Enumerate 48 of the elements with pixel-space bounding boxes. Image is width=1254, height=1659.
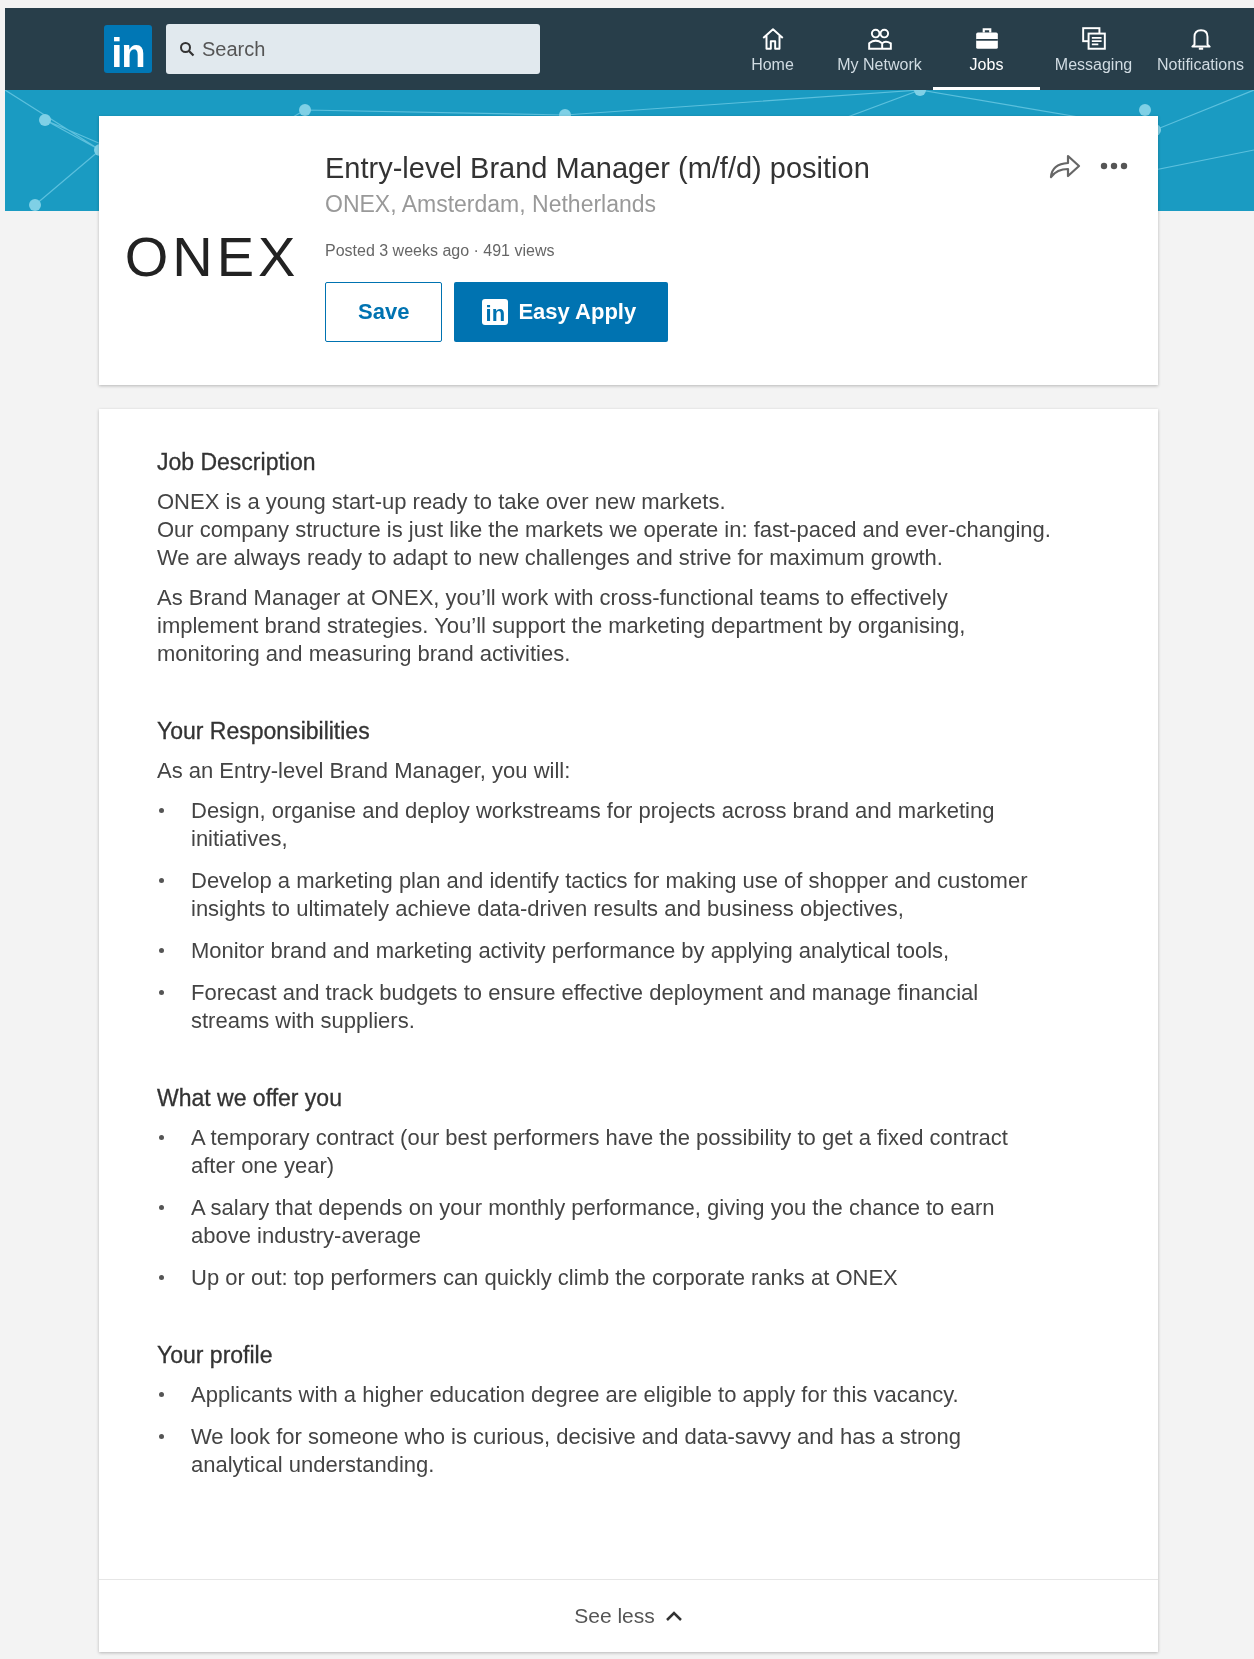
briefcase-icon [973, 26, 1000, 52]
nav-item[interactable]: Home [719, 8, 826, 90]
bullet-icon [159, 1434, 164, 1440]
logo[interactable]: in [104, 25, 152, 73]
list-item: Forecast and track budgets to ensure effective deployment and manage financial streams with suppliers. [191, 979, 980, 1035]
company-logo: ONEX [124, 224, 300, 289]
bullet-icon [159, 1205, 164, 1211]
bullet-icon [159, 1135, 164, 1141]
text-line: ONEX is a young start-up ready to take over new markets. [157, 488, 726, 516]
share-icon[interactable] [1048, 152, 1082, 180]
bullet-icon [159, 1275, 164, 1281]
bullet-icon [159, 1392, 164, 1398]
more-icon[interactable] [1100, 162, 1128, 170]
posting-info: Posted 3 weeks ago · 491 views [325, 242, 556, 260]
chat-icon [1080, 26, 1107, 52]
text-line: We are always ready to adapt to new challenges and strive for maximum growth. [157, 544, 943, 572]
list-item: A temporary contract (our best performers have the possibility to get a fixed contract after one year) [191, 1124, 1009, 1180]
job-location: ONEX, Amsterdam, Netherlands [325, 191, 658, 218]
bullet-icon [159, 948, 164, 954]
section-heading: What we offer you [157, 1085, 343, 1112]
list-item: Monitor brand and marketing activity performance by applying analytical tools, [191, 937, 950, 965]
list-item: Up or out: top performers can quickly climb the corporate ranks at ONEX [191, 1264, 898, 1292]
list-item: Develop a marketing plan and identify tactics for making use of shopper and customer insights to ultimately achieve data-driven results and business objectives, [191, 867, 1029, 923]
save-button[interactable]: Save [325, 282, 443, 342]
section-heading: Job Description [157, 449, 317, 476]
list-item: Design, organise and deploy workstreams for projects across brand and marketing initiatives, [191, 797, 996, 853]
text-line: Our company structure is just like the markets we operate in: fast-paced and ever-changing. [157, 516, 1051, 544]
nav-item[interactable]: Notifications [1147, 8, 1254, 90]
nav-item[interactable]: Messaging [1040, 8, 1147, 90]
logo-badge: in [482, 299, 509, 325]
bullet-icon [159, 878, 164, 884]
paragraph: As Brand Manager at ONEX, you’ll work with cross-functional teams to effectively implement brand strategies. You’ll support the marketing department by organising, monitoring and measuring brand activities. [157, 584, 967, 668]
job-title: Entry-level Brand Manager (m/f/d) position [325, 152, 870, 185]
see-less-button[interactable]: See less [568, 1603, 689, 1629]
paragraph: As an Entry-level Brand Manager, you will: [157, 757, 572, 785]
section-heading: Your Responsibilities [157, 718, 371, 745]
list-item: Applicants with a higher education degree are eligible to apply for this vacancy. [191, 1381, 959, 1409]
people-icon [866, 26, 893, 52]
search-field[interactable]: Search [166, 24, 540, 74]
chevron-up-icon [664, 1610, 683, 1622]
apply-button[interactable]: in Easy Apply [454, 282, 669, 342]
list-item: We look for someone who is curious, decisive and data-savvy and has a strong analytical understanding. [191, 1423, 962, 1479]
list-item: A salary that depends on your monthly performance, giving you the chance to earn above industry-average [191, 1194, 996, 1250]
bullet-icon [159, 808, 164, 814]
nav-item[interactable]: My Network [826, 8, 933, 90]
section-heading: Your profile [157, 1342, 274, 1369]
bullet-icon [159, 990, 164, 996]
search-icon [179, 41, 195, 57]
